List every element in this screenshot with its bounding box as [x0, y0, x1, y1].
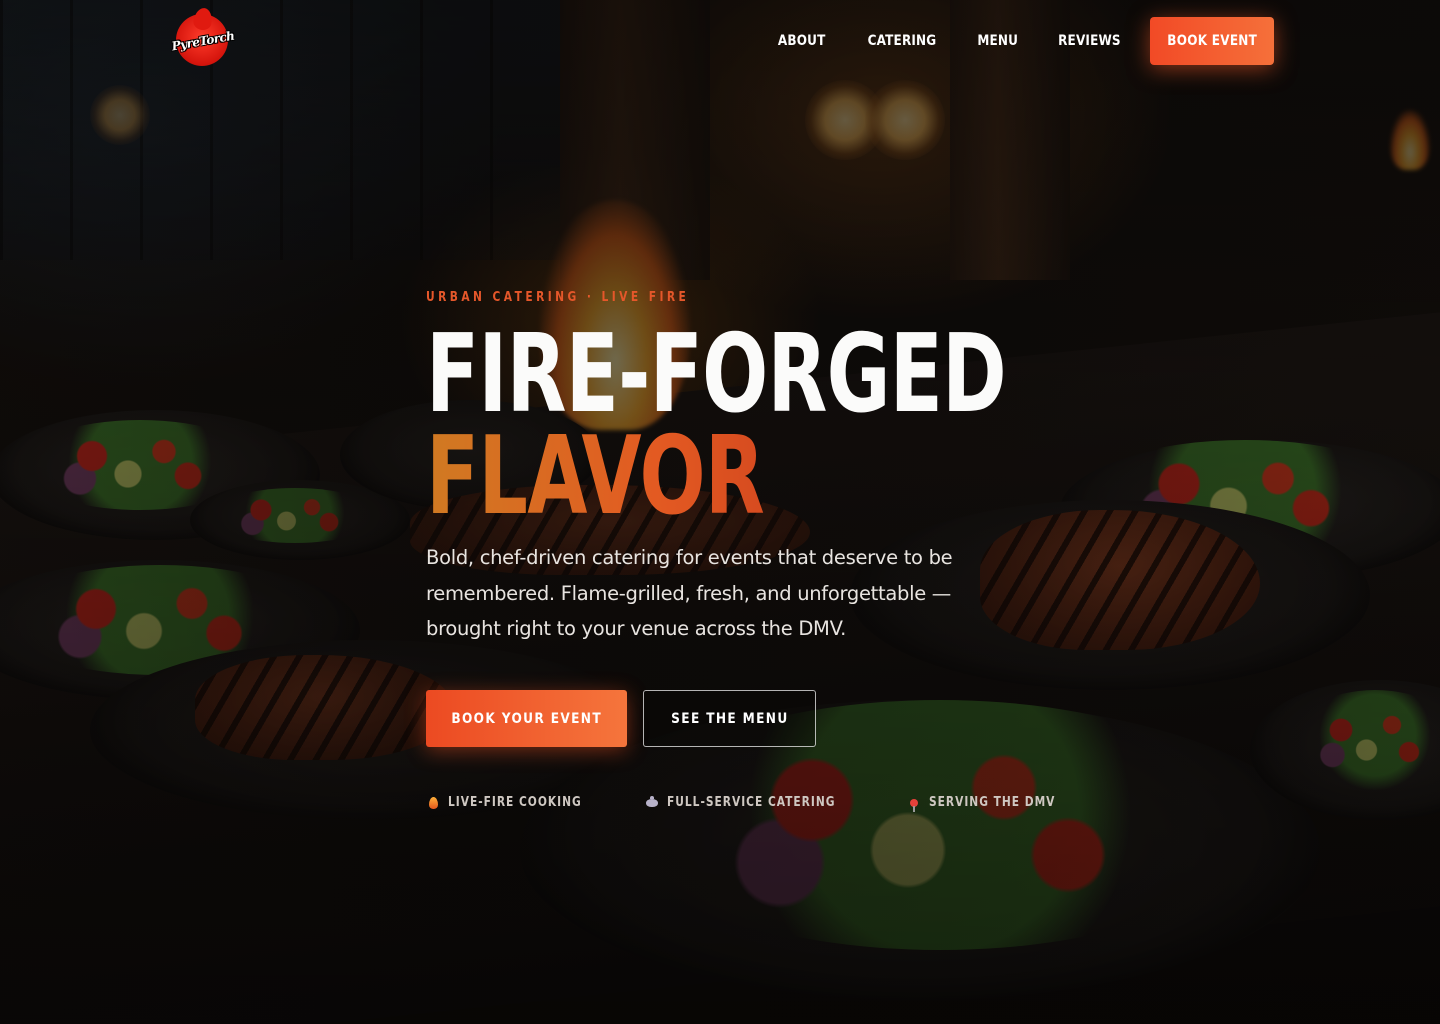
- hero-eyebrow: URBAN CATERING · LIVE FIRE: [426, 290, 690, 305]
- site-header: PyreTorch ABOUT CATERING MENU REVIEWS BO…: [0, 0, 1440, 82]
- book-event-button[interactable]: BOOK EVENT: [1150, 17, 1274, 65]
- pin-icon: [907, 796, 921, 812]
- feature-label: LIVE-FIRE COOKING: [448, 795, 582, 810]
- hero-description: Bold, chef-driven catering for events th…: [426, 546, 953, 640]
- book-event-label: BOOK EVENT: [1167, 33, 1257, 49]
- flame-icon: [426, 796, 440, 810]
- hero-section: URBAN CATERING · LIVE FIRE FIRE-FORGED F…: [426, 290, 1066, 812]
- hero-title-line1: FIRE-FORGED: [426, 312, 1007, 437]
- nav-catering[interactable]: CATERING: [867, 33, 936, 49]
- nav-about[interactable]: ABOUT: [778, 33, 826, 49]
- see-the-menu-label: SEE THE MENU: [670, 710, 789, 727]
- book-your-event-button[interactable]: BOOK YOUR EVENT: [426, 690, 627, 747]
- hero-title: FIRE-FORGED FLAVOR: [426, 312, 1007, 531]
- feature-item: LIVE-FIRE COOKING: [426, 795, 611, 810]
- nav-reviews[interactable]: REVIEWS: [1058, 33, 1121, 49]
- feature-label: SERVING THE DMV: [928, 795, 1055, 810]
- feature-label: FULL-SERVICE CATERING: [667, 795, 836, 810]
- hero-cta-row: BOOK YOUR EVENT SEE THE MENU: [426, 690, 816, 747]
- see-the-menu-button[interactable]: SEE THE MENU: [643, 690, 816, 747]
- nav-menu[interactable]: MENU: [977, 33, 1018, 49]
- main-nav: ABOUT CATERING MENU REVIEWS BOOK EVENT: [742, 17, 1274, 65]
- book-your-event-label: BOOK YOUR EVENT: [451, 710, 602, 727]
- hero-title-line2: FLAVOR: [426, 423, 887, 531]
- plate-icon: [645, 795, 659, 810]
- brand-logo[interactable]: PyreTorch: [168, 6, 238, 68]
- feature-item: FULL-SERVICE CATERING: [645, 795, 872, 810]
- feature-item: SERVING THE DMV: [907, 795, 1083, 812]
- hero-feature-list: LIVE-FIRE COOKING FULL-SERVICE CATERING …: [426, 795, 1117, 812]
